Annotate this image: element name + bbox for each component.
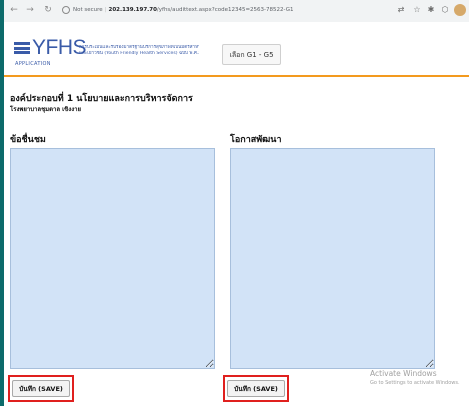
- watermark-title: Activate Windows: [370, 369, 437, 378]
- site-header: YFHS APPLICATION การประเมินและรับรองมาตร…: [4, 22, 469, 75]
- save-strengths-button[interactable]: บันทึก (SAVE): [12, 380, 70, 397]
- improvement-label: โอกาสพัฒนา: [230, 135, 282, 145]
- site-tagline: การประเมินและรับรองมาตรฐานบริการสุขภาพที…: [79, 45, 199, 57]
- address-bar[interactable]: Not secure | 202.139.197.70/yfhs/audittext…: [62, 3, 332, 18]
- browser-toolbar: ← → ↻ Not secure | 202.139.197.70/yfhs/aud…: [4, 0, 469, 23]
- star-icon[interactable]: ☆: [412, 5, 422, 15]
- save-button-highlight: บันทึก (SAVE): [8, 375, 74, 402]
- hospital-name: โรงพยาบาลชุมตาล เขิงงาย: [10, 106, 82, 113]
- header-divider: [4, 75, 469, 77]
- tagline-line-2: และเยาวชน (Youth Friendly Health Service…: [79, 51, 199, 56]
- logo: YFHS: [32, 36, 87, 59]
- page-title: องค์ประกอบที่ 1 นโยบายและการบริหารจัดการ: [10, 94, 193, 104]
- save-improvement-button[interactable]: บันทึก (SAVE): [227, 380, 285, 397]
- extension-icon[interactable]: ✱: [426, 5, 436, 15]
- security-label: Not secure: [73, 7, 103, 13]
- back-icon[interactable]: ←: [8, 4, 20, 16]
- forward-icon[interactable]: →: [24, 4, 36, 16]
- url-path: /yfhs/audittext.aspx?code12345=2563-7852…: [156, 7, 294, 13]
- select-group-button[interactable]: เลือก G1 - G5: [222, 44, 281, 65]
- logo-bars-icon: [14, 42, 30, 54]
- logo-subtitle: APPLICATION: [15, 61, 51, 67]
- save-button-highlight: บันทึก (SAVE): [223, 375, 289, 402]
- reload-icon[interactable]: ↻: [42, 4, 54, 16]
- browser-window: ← → ↻ Not secure | 202.139.197.70/yfhs/aud…: [4, 0, 469, 406]
- strengths-label: ข้อชื่นชม: [10, 135, 46, 145]
- url-host: 202.139.197.70: [108, 7, 157, 13]
- info-icon[interactable]: [62, 5, 70, 14]
- profile-icon[interactable]: ⬡: [440, 5, 450, 15]
- translate-icon[interactable]: ⇄: [396, 5, 406, 15]
- improvement-textarea[interactable]: [230, 148, 435, 369]
- avatar[interactable]: [454, 4, 466, 16]
- watermark-text: Go to Settings to activate Windows.: [370, 380, 460, 386]
- strengths-textarea[interactable]: [10, 148, 215, 369]
- activate-windows-watermark: Activate Windows Go to Settings to activ…: [370, 369, 460, 386]
